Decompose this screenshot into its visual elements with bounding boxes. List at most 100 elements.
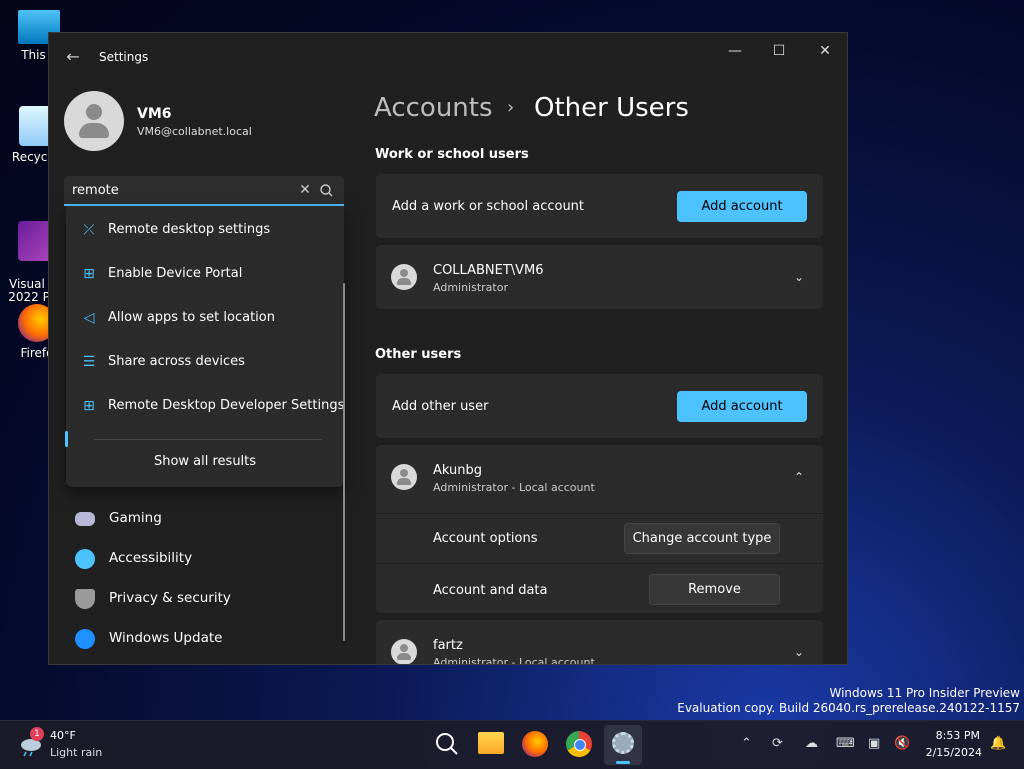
user-name: Akunbg: [433, 463, 483, 478]
close-button[interactable]: ✕: [805, 39, 845, 63]
user-name: COLLABNET\VM6: [433, 263, 544, 278]
back-arrow-icon[interactable]: ←: [63, 47, 83, 67]
search-result-share[interactable]: ☰ Share across devices: [66, 342, 344, 382]
search-result-device-portal[interactable]: ⊞ Enable Device Portal: [66, 254, 344, 294]
visual-studio-icon: [18, 221, 52, 261]
user-card-vm6[interactable]: COLLABNET\VM6 Administrator ⌄: [376, 245, 823, 309]
add-other-user-card: Add other user Add account: [376, 374, 823, 438]
page-title: Other Users: [534, 93, 689, 123]
search-result-label: Enable Device Portal: [108, 266, 243, 281]
title-bar: ← Settings — ☐ ✕: [49, 33, 847, 83]
avatar: [391, 639, 417, 664]
chrome-icon[interactable]: [566, 731, 592, 757]
user-card-fartz[interactable]: fartz Administrator - Local account ⌄: [376, 620, 823, 665]
chrome-center: [574, 739, 586, 751]
cloud-off-icon[interactable]: ☁: [805, 736, 818, 751]
developer-icon: ⊞: [83, 398, 95, 414]
sidebar-item-windows-update[interactable]: Windows Update: [69, 620, 349, 656]
user-card-akunbg[interactable]: Akunbg Administrator - Local account ⌃ A…: [376, 445, 823, 613]
breadcrumb-separator: ›: [507, 97, 515, 118]
taskbar: 1 40°F Light rain ⌃ ⟳ ☁ ⌨ ▣ 🔇 8:53 PM 2/…: [0, 720, 1024, 769]
gear-icon: [612, 732, 634, 754]
search-result-remote-desktop[interactable]: ⤫ Remote desktop settings: [66, 210, 344, 250]
minimize-button[interactable]: —: [715, 39, 755, 63]
recycle-bin-icon: [19, 106, 51, 146]
update-icon: [75, 629, 95, 649]
file-explorer-icon[interactable]: [478, 732, 504, 754]
clear-icon[interactable]: ✕: [296, 182, 314, 198]
search-icon[interactable]: [318, 182, 336, 200]
profile-name: VM6: [137, 106, 172, 122]
notification-badge: 1: [30, 727, 44, 741]
add-work-account-button[interactable]: Add account: [677, 191, 807, 222]
list-icon: ☰: [82, 354, 96, 370]
watermark-line-1: Windows 11 Pro Insider Preview: [829, 686, 1020, 700]
section-heading-work: Work or school users: [375, 147, 529, 162]
user-name: fartz: [433, 638, 463, 653]
account-options-label: Account options: [433, 531, 538, 546]
weather-condition: Light rain: [50, 746, 103, 759]
weather-temp: 40°F: [50, 729, 76, 742]
avatar[interactable]: [64, 91, 124, 151]
user-role: Administrator - Local account: [433, 481, 595, 494]
network-icon[interactable]: ▣: [868, 736, 880, 751]
gamepad-icon: [75, 512, 95, 526]
profile-email: VM6@collabnet.local: [137, 125, 252, 138]
clock-time[interactable]: 8:53 PM: [932, 729, 980, 742]
sync-icon[interactable]: ⟳: [772, 736, 783, 751]
sidebar-item-gaming[interactable]: Gaming: [69, 500, 349, 536]
remote-desktop-icon: ⤫: [83, 222, 95, 238]
change-account-type-button[interactable]: Change account type: [624, 523, 780, 554]
add-work-account-card: Add a work or school account Add account: [376, 174, 823, 238]
show-all-results-button[interactable]: Show all results: [66, 454, 344, 469]
search-result-location[interactable]: ◁ Allow apps to set location: [66, 298, 344, 338]
keyboard-icon[interactable]: ⌨: [836, 736, 855, 751]
location-arrow-icon: ◁: [83, 310, 95, 326]
divider: [376, 563, 823, 564]
divider: [94, 439, 322, 440]
add-other-user-label: Add other user: [392, 399, 489, 414]
window-title: Settings: [99, 50, 149, 64]
add-work-account-label: Add a work or school account: [392, 199, 585, 214]
sidebar-item-label: Accessibility: [109, 550, 193, 566]
divider: [376, 513, 823, 514]
notification-bell-icon[interactable]: 🔔: [990, 736, 1006, 751]
clock-date[interactable]: 2/15/2024: [920, 746, 982, 759]
search-result-label: Remote desktop settings: [108, 222, 271, 237]
search-box: ✕: [64, 176, 344, 206]
search-result-developer[interactable]: ⊞ Remote Desktop Developer Settings: [66, 386, 344, 426]
search-input[interactable]: [72, 181, 272, 199]
chevron-down-icon[interactable]: ⌄: [791, 269, 807, 285]
sidebar-item-accessibility[interactable]: Accessibility: [69, 540, 349, 576]
sidebar-item-label: Windows Update: [109, 630, 223, 646]
selection-indicator: [65, 431, 68, 447]
chevron-up-icon[interactable]: ⌃: [741, 736, 752, 751]
sidebar-item-label: Gaming: [109, 510, 162, 526]
settings-window: ← Settings — ☐ ✕ VM6 VM6@collabnet.local…: [48, 32, 848, 665]
remove-button[interactable]: Remove: [649, 574, 780, 605]
active-indicator: [616, 761, 630, 764]
volume-muted-icon[interactable]: 🔇: [894, 736, 910, 751]
user-role: Administrator: [433, 281, 508, 294]
section-heading-other: Other users: [375, 347, 462, 362]
add-other-user-button[interactable]: Add account: [677, 391, 807, 422]
weather-widget[interactable]: 1 40°F Light rain: [14, 725, 114, 765]
search-result-label: Share across devices: [108, 354, 245, 369]
chevron-up-icon[interactable]: ⌃: [791, 469, 807, 485]
search-icon[interactable]: [432, 729, 462, 759]
maximize-button[interactable]: ☐: [759, 39, 799, 63]
avatar-head: [86, 104, 102, 120]
sidebar-item-privacy[interactable]: Privacy & security: [69, 580, 349, 616]
avatar: [391, 464, 417, 490]
breadcrumb-root[interactable]: Accounts: [374, 93, 493, 123]
avatar-body: [79, 123, 109, 138]
settings-taskbar-button[interactable]: [604, 725, 642, 765]
firefox-icon[interactable]: [522, 731, 548, 757]
search-result-label: Remote Desktop Developer Settings: [108, 398, 345, 413]
avatar: [391, 264, 417, 290]
chevron-down-icon[interactable]: ⌄: [791, 644, 807, 660]
account-data-label: Account and data: [433, 583, 548, 598]
user-role: Administrator - Local account: [433, 656, 595, 665]
search-results-dropdown: ⤫ Remote desktop settings ⊞ Enable Devic…: [66, 206, 344, 487]
search-result-label: Allow apps to set location: [108, 310, 275, 325]
